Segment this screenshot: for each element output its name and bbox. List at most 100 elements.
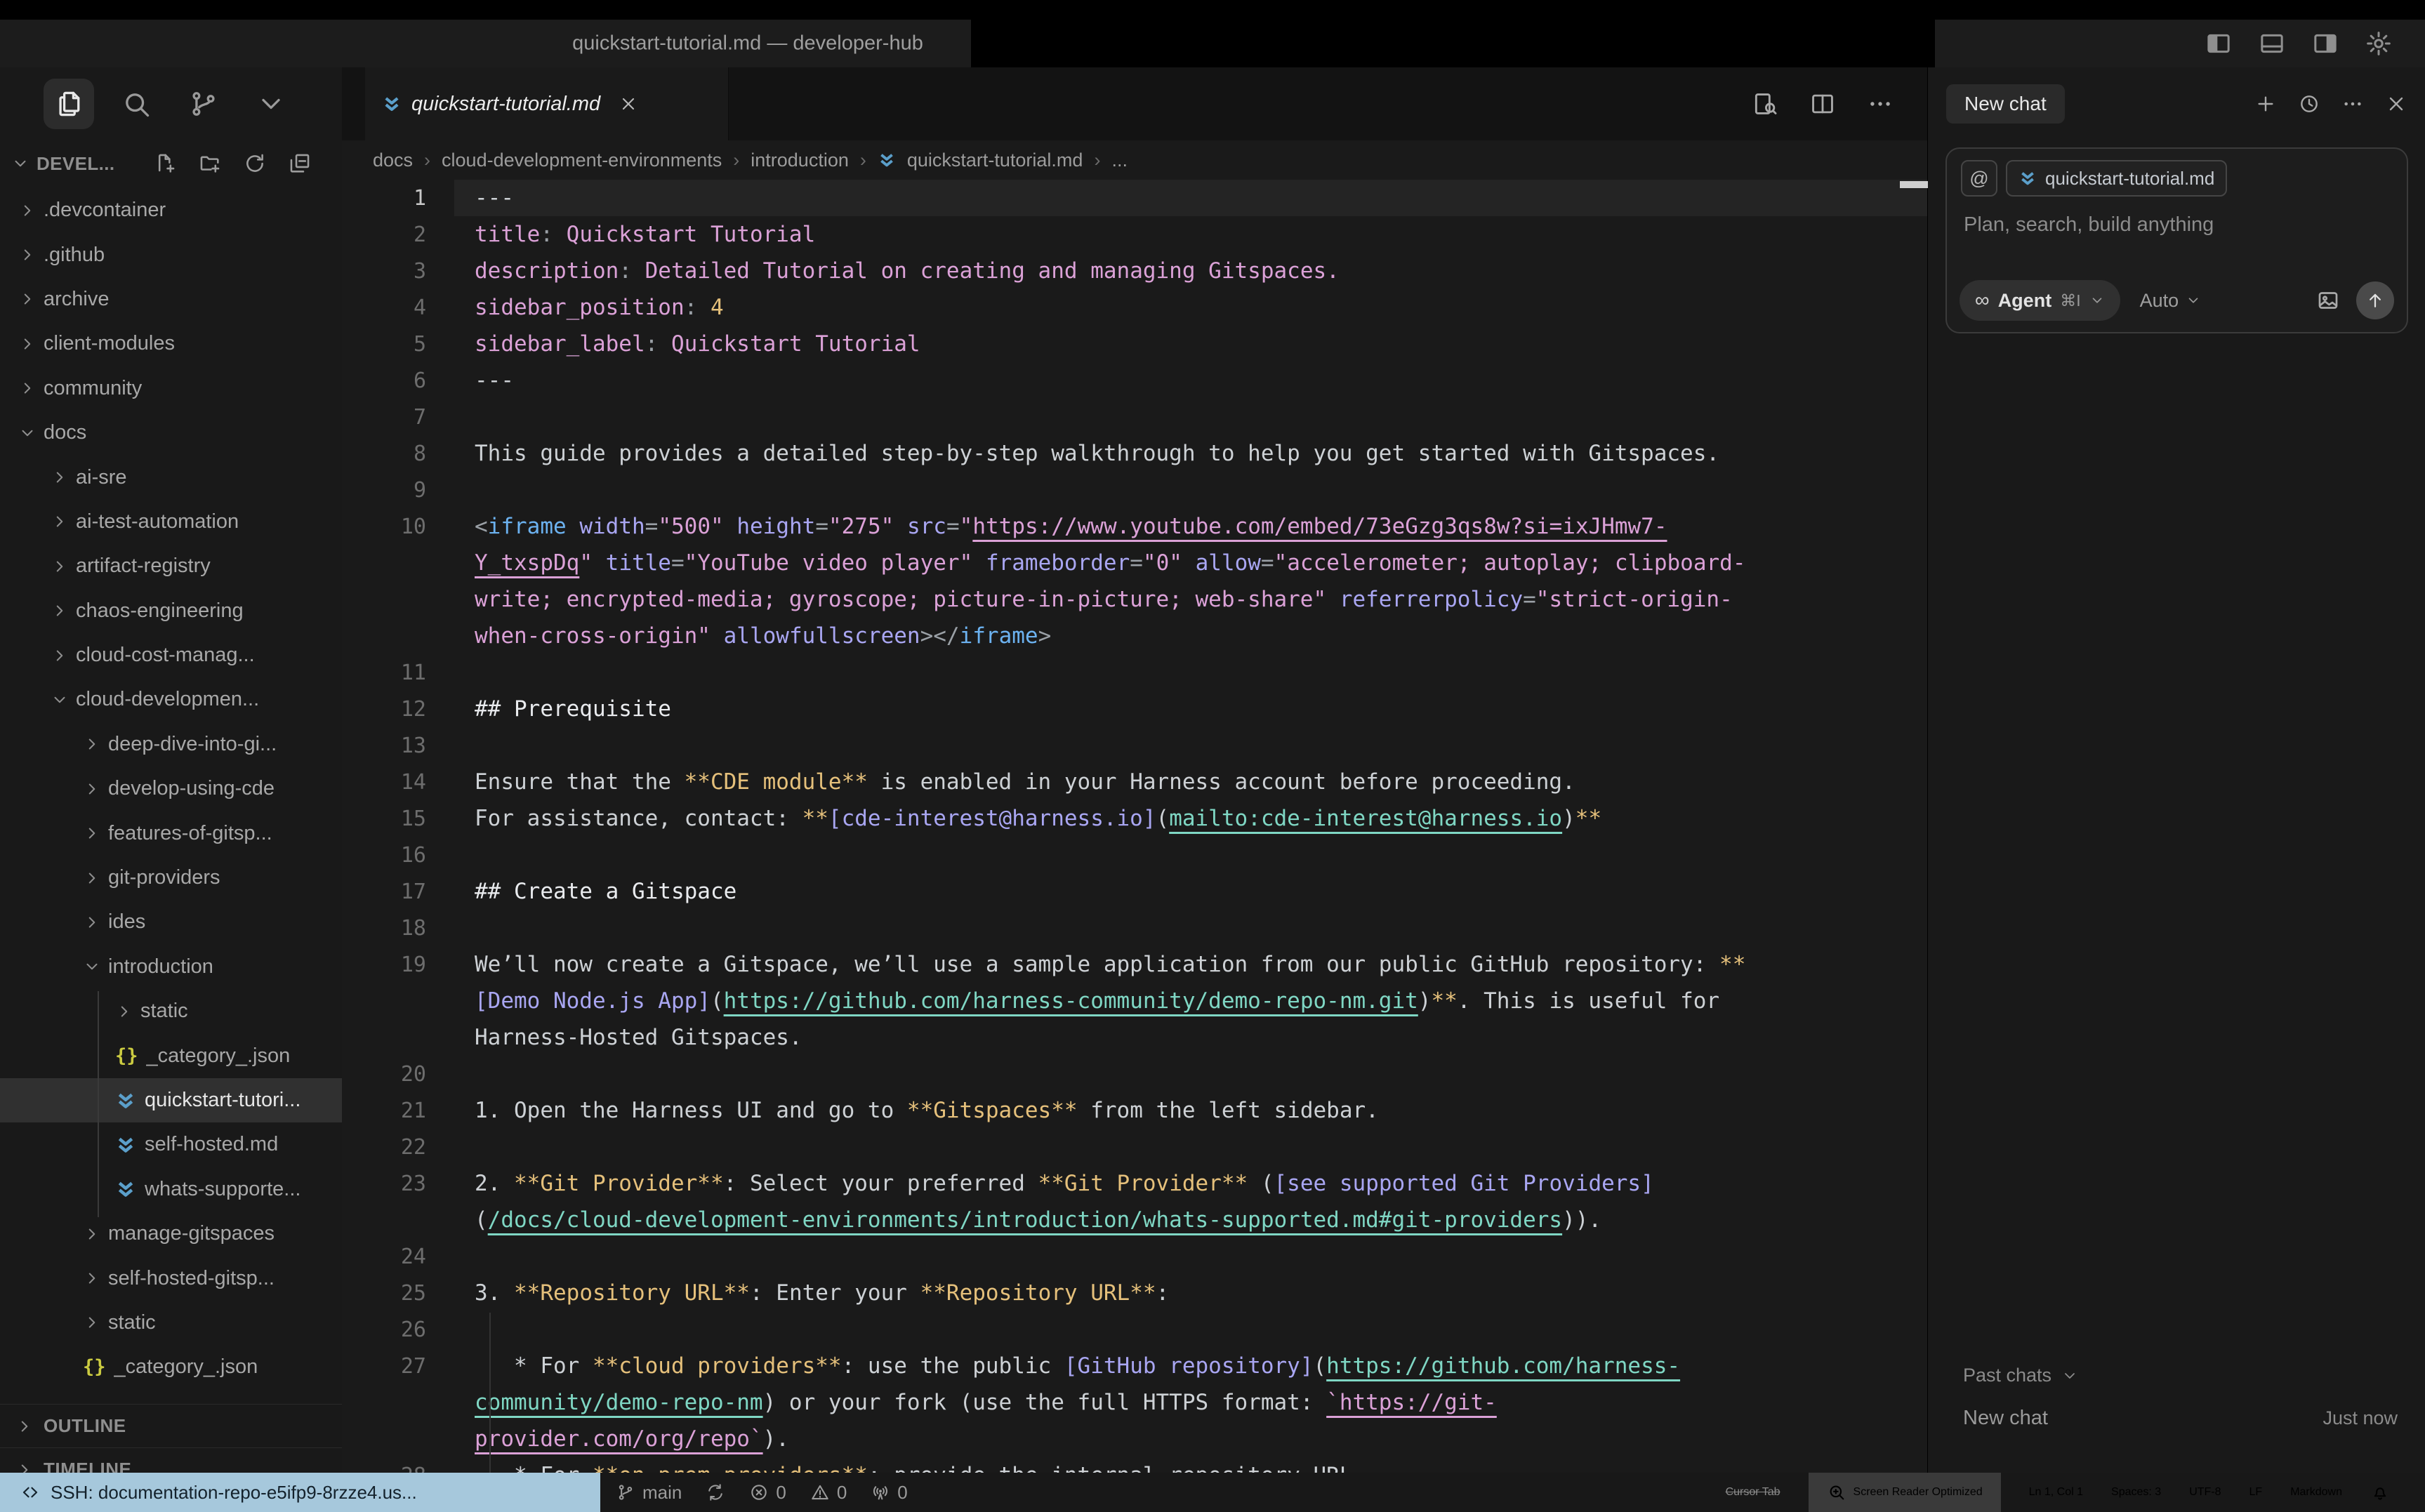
- tree-item-cloud-developmen-[interactable]: cloud-developmen...: [0, 677, 342, 722]
- tree-item--category-json[interactable]: {}_category_.json: [0, 1345, 342, 1389]
- tree-item-features-of-gitsp-[interactable]: features-of-gitsp...: [0, 811, 342, 855]
- cursor-tab[interactable]: Cursor Tab: [1726, 1486, 1780, 1499]
- tree-item-develop-using-cde[interactable]: develop-using-cde: [0, 767, 342, 811]
- code-line[interactable]: community/demo-repo-nm) or your fork (us…: [342, 1384, 1927, 1421]
- tree-item-archive[interactable]: archive: [0, 277, 342, 321]
- more-views-chevron-icon[interactable]: [246, 79, 296, 129]
- indentation[interactable]: Spaces: 3: [2111, 1486, 2161, 1499]
- layout-panel-icon[interactable]: [2258, 29, 2286, 58]
- tree-item-community[interactable]: community: [0, 366, 342, 411]
- new-chat-plus-icon[interactable]: [2254, 93, 2277, 115]
- tree-item-quickstart-tutori-[interactable]: quickstart-tutori...: [0, 1078, 342, 1122]
- tree-item-chaos-engineering[interactable]: chaos-engineering: [0, 589, 342, 633]
- tree-item-docs[interactable]: docs: [0, 411, 342, 455]
- code-line[interactable]: write; encrypted-media; gyroscope; pictu…: [342, 581, 1927, 618]
- tree-item-cloud-cost-manag-[interactable]: cloud-cost-manag...: [0, 633, 342, 677]
- language-mode[interactable]: Markdown: [2290, 1486, 2342, 1499]
- refresh-icon[interactable]: [243, 152, 267, 175]
- tree-item-static[interactable]: static: [0, 989, 342, 1033]
- code-line[interactable]: 18: [342, 910, 1927, 946]
- code-line[interactable]: Harness-Hosted Gitspaces.: [342, 1019, 1927, 1056]
- breadcrumb-item[interactable]: docs: [373, 150, 413, 171]
- tab-quickstart-tutorial[interactable]: quickstart-tutorial.md: [365, 67, 729, 140]
- code-line[interactable]: 22: [342, 1129, 1927, 1165]
- tree-item-self-hosted-md[interactable]: self-hosted.md: [0, 1122, 342, 1167]
- code-line[interactable]: 12## Prerequisite: [342, 691, 1927, 727]
- code-line[interactable]: 7: [342, 399, 1927, 435]
- open-preview-icon[interactable]: [1752, 91, 1778, 117]
- chat-history-icon[interactable]: [2298, 93, 2320, 115]
- tree-item-artifact-registry[interactable]: artifact-registry: [0, 544, 342, 588]
- breadcrumb-item[interactable]: introduction: [751, 150, 849, 171]
- code-line[interactable]: 5sidebar_label: Quickstart Tutorial: [342, 326, 1927, 362]
- problems-errors[interactable]: 0: [749, 1482, 786, 1504]
- code-line[interactable]: 19We’ll now create a Gitspace, we’ll use…: [342, 946, 1927, 983]
- code-line[interactable]: provider.com/org/repo`).: [342, 1421, 1927, 1457]
- tree-item-static[interactable]: static: [0, 1301, 342, 1345]
- search-icon[interactable]: [111, 79, 161, 129]
- agent-mode-selector[interactable]: ∞ Agent ⌘I: [1960, 280, 2120, 321]
- code-line[interactable]: 28 * For **on-prem providers**: provide …: [342, 1457, 1927, 1473]
- code-line[interactable]: 14Ensure that the **CDE module** is enab…: [342, 764, 1927, 800]
- code-line[interactable]: 11: [342, 654, 1927, 691]
- split-editor-icon[interactable]: [1809, 91, 1836, 117]
- code-line[interactable]: 9: [342, 472, 1927, 508]
- code-line[interactable]: 3description: Detailed Tutorial on creat…: [342, 253, 1927, 289]
- breadcrumb-item[interactable]: quickstart-tutorial.md: [907, 150, 1083, 171]
- tree-item-client-modules[interactable]: client-modules: [0, 321, 342, 366]
- code-line[interactable]: 253. **Repository URL**: Enter your **Re…: [342, 1275, 1927, 1311]
- settings-gear-icon[interactable]: [2365, 29, 2393, 58]
- tree-item--github[interactable]: .github: [0, 232, 342, 277]
- tab-close-icon[interactable]: [619, 94, 638, 114]
- code-line[interactable]: Y_txspDq" title="YouTube video player" f…: [342, 545, 1927, 581]
- eol[interactable]: LF: [2249, 1486, 2263, 1499]
- layout-sidebar-left-icon[interactable]: [2205, 29, 2233, 58]
- code-line[interactable]: 10<iframe width="500" height="275" src="…: [342, 508, 1927, 545]
- code-line[interactable]: 26: [342, 1311, 1927, 1348]
- screen-reader-mode[interactable]: Screen Reader Optimized: [1809, 1473, 2001, 1512]
- code-line[interactable]: 17## Create a Gitspace: [342, 873, 1927, 910]
- code-line[interactable]: 15For assistance, contact: **[cde-intere…: [342, 800, 1927, 837]
- tree-item-ai-test-automation[interactable]: ai-test-automation: [0, 500, 342, 544]
- code-line[interactable]: 8This guide provides a detailed step-by-…: [342, 435, 1927, 472]
- explorer-icon[interactable]: [44, 79, 94, 129]
- notifications-bell[interactable]: [2370, 1483, 2390, 1502]
- code-line[interactable]: 2title: Quickstart Tutorial: [342, 216, 1927, 253]
- context-file-chip[interactable]: quickstart-tutorial.md: [2006, 160, 2227, 197]
- more-actions-icon[interactable]: [1867, 91, 1894, 117]
- tree-item-ides[interactable]: ides: [0, 900, 342, 944]
- timeline-section[interactable]: TIMELINE: [0, 1447, 342, 1473]
- breadcrumb-item[interactable]: ...: [1111, 150, 1128, 171]
- layout-sidebar-right-icon[interactable]: [2311, 29, 2339, 58]
- explorer-section-header[interactable]: DEVEL...: [0, 140, 342, 187]
- source-control-icon[interactable]: [178, 79, 229, 129]
- scrollbar-handle[interactable]: [1900, 181, 1928, 188]
- attach-image-icon[interactable]: [2315, 288, 2341, 313]
- code-line[interactable]: 27 * For **cloud providers**: use the pu…: [342, 1348, 1927, 1384]
- add-context-button[interactable]: @: [1961, 160, 1997, 197]
- tree-item--devcontainer[interactable]: .devcontainer: [0, 188, 342, 232]
- editor-pane[interactable]: 1---2title: Quickstart Tutorial3descript…: [342, 180, 1927, 1473]
- tree-item-whats-supporte-[interactable]: whats-supporte...: [0, 1167, 342, 1212]
- send-button[interactable]: [2356, 281, 2394, 319]
- code-line[interactable]: (/docs/cloud-development-environments/in…: [342, 1202, 1927, 1238]
- problems-warnings[interactable]: 0: [810, 1482, 847, 1504]
- code-line[interactable]: 20: [342, 1056, 1927, 1092]
- code-line[interactable]: 6---: [342, 362, 1927, 399]
- chat-tab-new-chat[interactable]: New chat: [1946, 84, 2065, 124]
- code-line[interactable]: 13: [342, 727, 1927, 764]
- tree-item--category-json[interactable]: {}_category_.json: [0, 1033, 342, 1077]
- code-line[interactable]: 16: [342, 837, 1927, 873]
- chat-more-icon[interactable]: [2341, 93, 2364, 115]
- code-line[interactable]: [Demo Node.js App](https://github.com/ha…: [342, 983, 1927, 1019]
- tree-item-self-hosted-gitsp-[interactable]: self-hosted-gitsp...: [0, 1256, 342, 1300]
- past-chat-item[interactable]: New chat Just now: [1963, 1407, 2398, 1430]
- new-folder-icon[interactable]: [198, 152, 222, 175]
- encoding[interactable]: UTF-8: [2189, 1486, 2221, 1499]
- tree-item-manage-gitspaces[interactable]: manage-gitspaces: [0, 1212, 342, 1256]
- past-chats-header[interactable]: Past chats: [1963, 1365, 2078, 1386]
- code-line[interactable]: 1---: [342, 180, 1927, 216]
- collapse-all-icon[interactable]: [288, 152, 312, 175]
- tree-item-introduction[interactable]: introduction: [0, 945, 342, 989]
- cursor-position[interactable]: Ln 1, Col 1: [2029, 1486, 2083, 1499]
